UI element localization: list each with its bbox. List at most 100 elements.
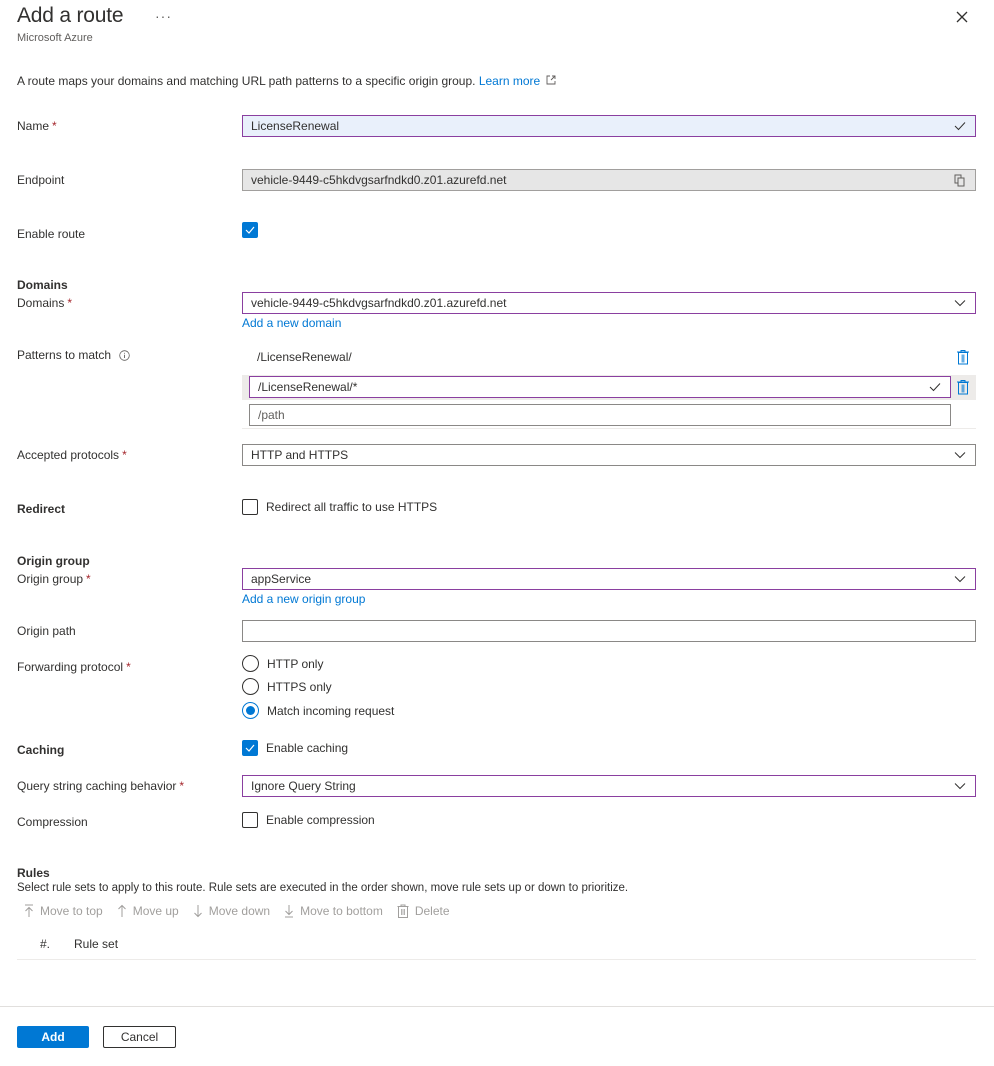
origin-group-dropdown[interactable]: appService <box>242 568 976 590</box>
radio-match-incoming[interactable] <box>242 702 259 719</box>
forwarding-option-https-only[interactable]: HTTPS only <box>242 678 332 695</box>
new-pattern-text-input[interactable] <box>258 408 942 422</box>
forwarding-protocol-label: Forwarding protocol * <box>17 660 131 674</box>
move-to-bottom-button[interactable]: Move to bottom <box>284 904 383 918</box>
redirect-label: Redirect <box>17 502 66 516</box>
move-to-top-label: Move to top <box>40 904 103 918</box>
redirect-https-option[interactable]: Redirect all traffic to use HTTPS <box>242 499 437 515</box>
delete-button[interactable]: Delete <box>397 904 450 918</box>
new-pattern-input[interactable] <box>249 404 951 426</box>
add-button[interactable]: Add <box>17 1026 89 1048</box>
move-up-button[interactable]: Move up <box>117 904 179 918</box>
origin-path-text-input[interactable] <box>251 624 967 638</box>
endpoint-value: vehicle-9449-c5hkdvgsarfndkd0.z01.azuref… <box>251 173 507 187</box>
arrow-to-top-icon <box>25 904 33 917</box>
pattern-item-input[interactable]: /LicenseRenewal/* <box>249 376 951 398</box>
origin-group-label: Origin group * <box>17 572 91 586</box>
radio-match-incoming-label: Match incoming request <box>267 703 395 718</box>
query-string-label: Query string caching behavior * <box>17 779 185 793</box>
learn-more-label: Learn more <box>478 74 541 88</box>
info-icon[interactable] <box>119 349 130 361</box>
delete-label: Delete <box>414 904 450 918</box>
page-subtitle: Microsoft Azure <box>17 32 93 44</box>
column-header-rule-set[interactable]: Rule set <box>74 937 118 951</box>
name-value: LicenseRenewal <box>251 119 340 133</box>
name-label: Name * <box>17 119 57 133</box>
move-down-label: Move down <box>208 904 271 918</box>
description-text: A route maps your domains and matching U… <box>17 74 476 88</box>
patterns-label: Patterns to match <box>17 348 130 362</box>
arrow-down-icon <box>193 905 202 918</box>
enable-caching-checkbox[interactable] <box>242 740 258 756</box>
checkmark-icon <box>928 380 942 394</box>
name-input[interactable]: LicenseRenewal <box>242 115 976 137</box>
move-up-label: Move up <box>132 904 179 918</box>
trash-icon <box>397 904 409 918</box>
add-new-origin-group-link[interactable]: Add a new origin group <box>242 592 365 606</box>
origin-path-label: Origin path <box>17 624 76 638</box>
more-options-ellipsis-icon[interactable]: ··· <box>155 8 172 24</box>
redirect-https-checkbox[interactable] <box>242 499 258 515</box>
rules-description: Select rule sets to apply to this route.… <box>17 882 629 894</box>
origin-group-section-heading: Origin group <box>17 554 90 568</box>
checkmark-icon <box>245 744 255 752</box>
enable-compression-label: Enable compression <box>266 813 375 827</box>
query-string-value: Ignore Query String <box>251 779 356 793</box>
compression-label: Compression <box>17 815 88 829</box>
domains-label: Domains * <box>17 296 73 310</box>
rules-heading: Rules <box>17 866 50 880</box>
endpoint-label: Endpoint <box>17 173 65 187</box>
chevron-down-icon <box>953 448 967 462</box>
checkmark-icon <box>953 119 967 133</box>
forwarding-option-http-only[interactable]: HTTP only <box>242 655 323 672</box>
pattern-item-text[interactable]: /LicenseRenewal/ <box>257 350 352 364</box>
chevron-down-icon <box>953 779 967 793</box>
radio-http-only-label: HTTP only <box>267 656 324 671</box>
close-icon[interactable] <box>953 8 971 26</box>
forwarding-option-match-incoming[interactable]: Match incoming request <box>242 702 394 719</box>
rules-toolbar: Move to top Move up Move down Move to bo… <box>24 904 450 918</box>
query-string-dropdown[interactable]: Ignore Query String <box>242 775 976 797</box>
move-to-bottom-label: Move to bottom <box>300 904 383 918</box>
origin-path-input[interactable] <box>242 620 976 642</box>
domains-value: vehicle-9449-c5hkdvgsarfndkd0.z01.azuref… <box>251 296 507 310</box>
radio-https-only[interactable] <box>242 678 259 695</box>
column-header-index: #. <box>40 937 51 951</box>
domains-section-heading: Domains <box>17 278 68 292</box>
page-description: A route maps your domains and matching U… <box>17 74 556 88</box>
radio-https-only-label: HTTPS only <box>267 679 332 694</box>
learn-more-link[interactable]: Learn more <box>479 74 556 88</box>
pattern-value: /LicenseRenewal/* <box>258 380 358 394</box>
radio-http-only[interactable] <box>242 655 259 672</box>
chevron-down-icon <box>953 296 967 310</box>
rules-table-header: #. Rule set <box>17 932 976 960</box>
accepted-protocols-value: HTTP and HTTPS <box>251 448 349 462</box>
enable-caching-option[interactable]: Enable caching <box>242 740 348 756</box>
external-link-icon <box>546 75 555 85</box>
arrow-up-icon <box>117 904 126 917</box>
checkmark-icon <box>245 226 255 234</box>
add-new-domain-link[interactable]: Add a new domain <box>242 316 341 330</box>
trash-icon[interactable] <box>956 349 970 365</box>
caching-label: Caching <box>17 743 65 757</box>
accepted-protocols-label: Accepted protocols * <box>17 448 127 462</box>
redirect-https-label: Redirect all traffic to use HTTPS <box>266 500 438 514</box>
chevron-down-icon <box>953 572 967 586</box>
domains-dropdown[interactable]: vehicle-9449-c5hkdvgsarfndkd0.z01.azuref… <box>242 292 976 314</box>
move-to-top-button[interactable]: Move to top <box>24 904 103 918</box>
enable-caching-label: Enable caching <box>266 741 349 755</box>
arrow-to-bottom-icon <box>285 905 294 918</box>
origin-group-value: appService <box>251 572 312 586</box>
enable-compression-checkbox[interactable] <box>242 812 258 828</box>
cancel-button[interactable]: Cancel <box>103 1026 176 1048</box>
trash-icon[interactable] <box>956 379 970 395</box>
enable-route-checkbox[interactable] <box>242 222 258 238</box>
move-down-button[interactable]: Move down <box>193 904 270 918</box>
footer-divider <box>0 1006 994 1007</box>
pattern-divider <box>242 428 976 429</box>
copy-icon[interactable] <box>953 173 967 187</box>
page-title: Add a route <box>17 4 124 27</box>
endpoint-field: vehicle-9449-c5hkdvgsarfndkd0.z01.azuref… <box>242 169 976 191</box>
accepted-protocols-dropdown[interactable]: HTTP and HTTPS <box>242 444 976 466</box>
enable-compression-option[interactable]: Enable compression <box>242 812 375 828</box>
